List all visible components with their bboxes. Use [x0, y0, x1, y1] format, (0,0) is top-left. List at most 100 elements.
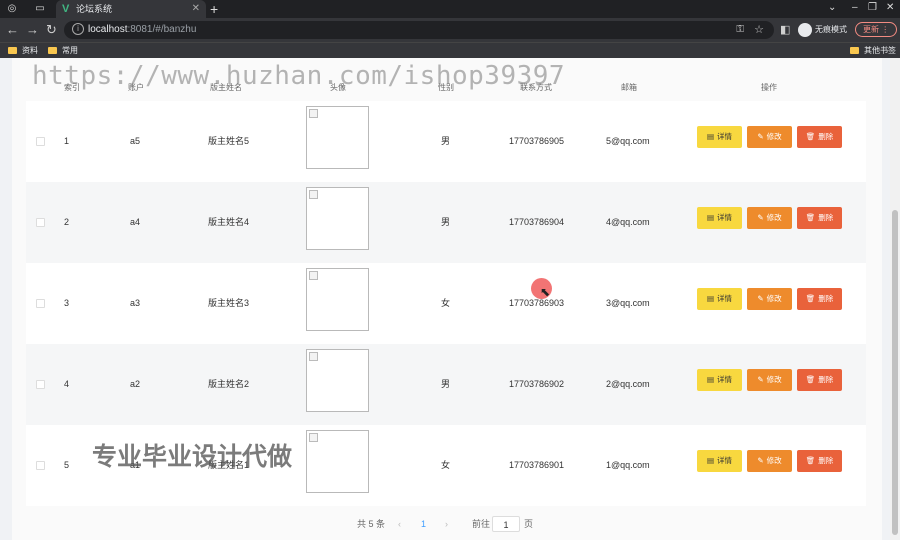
url-text[interactable]: localhost:8081/#/banzhu [88, 23, 196, 37]
row-checkbox[interactable] [36, 299, 45, 308]
new-tab-button[interactable]: + [210, 0, 218, 18]
cell-name: 版主姓名5 [208, 136, 250, 146]
edit-button[interactable]: ✎ 修改 [747, 207, 792, 229]
delete-button[interactable]: 🗑 删除 [797, 288, 842, 310]
page-scrollbar[interactable] [890, 58, 900, 540]
document-icon: ▤ [706, 456, 715, 465]
vue-logo-icon: V [62, 3, 70, 15]
trash-icon: 🗑 [805, 213, 816, 222]
document-icon: ▤ [706, 375, 715, 384]
window-icon[interactable]: ▭ [34, 3, 46, 15]
broken-image-icon [309, 271, 318, 280]
table-row: 2 a4 版主姓名4 男 17703786904 4@qq.com ▤ 详情 ✎ 修… [26, 182, 866, 263]
delete-button[interactable]: 🗑 删除 [797, 450, 842, 472]
url-watermark: https://www.huzhan.com/ishop39397 [32, 61, 566, 91]
avatar [306, 268, 369, 331]
bookmark-folder-other[interactable]: 其他书签 [850, 44, 896, 58]
close-tab-icon[interactable]: ✕ [192, 2, 200, 16]
cell-email: 4@qq.com [606, 217, 650, 227]
cell-index: 1 [64, 136, 70, 146]
avatar [306, 430, 369, 493]
browser-tab[interactable]: V 论坛系统 ✕ [56, 0, 206, 18]
detail-button[interactable]: ▤ 详情 [697, 288, 742, 310]
cell-gender: 女 [441, 298, 451, 308]
cell-gender: 女 [441, 460, 451, 470]
cell-name: 版主姓名2 [208, 379, 250, 389]
pencil-icon: ✎ [757, 375, 764, 384]
delete-button[interactable]: 🗑 删除 [797, 369, 842, 391]
cell-email: 1@qq.com [606, 460, 650, 470]
globe-icon[interactable]: ◎ [6, 3, 18, 15]
forward-icon[interactable]: → [26, 22, 39, 38]
browser-titlebar: ◎ ▭ V 论坛系统 ✕ + ⌄ – ❐ ✕ [0, 0, 900, 18]
avatar [306, 187, 369, 250]
update-button[interactable]: 更新 ⋮ [855, 22, 897, 37]
pencil-icon: ✎ [757, 213, 764, 222]
mouse-cursor-icon: ⬉ [540, 285, 551, 299]
bookmark-folder-common[interactable]: 常用 [48, 44, 78, 58]
cell-phone: 17703786903 [509, 298, 565, 308]
minimize-icon[interactable]: – [852, 0, 858, 16]
table-row: 4 a2 版主姓名2 男 17703786902 2@qq.com ▤ 详情 ✎ 修… [26, 344, 866, 425]
detail-button[interactable]: ▤ 详情 [697, 207, 742, 229]
cell-account: a2 [130, 379, 141, 389]
sidebar-icon[interactable]: ◧ [780, 22, 790, 38]
info-icon[interactable]: i [72, 23, 84, 35]
key-icon[interactable]: ⚿ [736, 23, 744, 37]
cell-phone: 17703786902 [509, 379, 565, 389]
page-number[interactable]: 1 [421, 516, 426, 532]
bookmarks-bar: 资料 常用 其他书签 [0, 42, 900, 58]
back-icon[interactable]: ← [6, 22, 19, 38]
edit-button[interactable]: ✎ 修改 [747, 450, 792, 472]
cell-account: a5 [130, 136, 141, 146]
cell-phone: 17703786904 [509, 217, 565, 227]
slogan-watermark: 专业毕业设计代做 [92, 442, 293, 471]
row-checkbox[interactable] [36, 380, 45, 389]
avatar [306, 106, 369, 169]
scrollbar-thumb[interactable] [892, 210, 898, 535]
broken-image-icon [309, 352, 318, 361]
incognito-indicator[interactable]: 无痕模式 [798, 22, 847, 38]
edit-button[interactable]: ✎ 修改 [747, 288, 792, 310]
header-email: 邮箱 [621, 83, 637, 92]
delete-button[interactable]: 🗑 删除 [797, 126, 842, 148]
goto-label: 前往 [472, 519, 491, 529]
address-bar[interactable]: i localhost:8081/#/banzhu ⚿ ☆ [64, 21, 774, 39]
detail-button[interactable]: ▤ 详情 [697, 369, 742, 391]
browser-toolbar: ← → ↻ i localhost:8081/#/banzhu ⚿ ☆ ◧ 无痕… [0, 18, 900, 42]
cell-gender: 男 [441, 379, 451, 389]
next-page-button[interactable]: › [445, 516, 448, 532]
delete-button[interactable]: 🗑 删除 [797, 207, 842, 229]
bookmark-folder-data[interactable]: 资料 [8, 44, 38, 58]
page-unit-label: 页 [524, 519, 534, 529]
cell-index: 2 [64, 217, 70, 227]
chevron-down-icon[interactable]: ⌄ [828, 0, 836, 16]
close-window-icon[interactable]: ✕ [886, 0, 894, 16]
edit-button[interactable]: ✎ 修改 [747, 369, 792, 391]
prev-page-button[interactable]: ‹ [398, 516, 401, 532]
tab-title: 论坛系统 [76, 4, 113, 14]
row-checkbox[interactable] [36, 218, 45, 227]
cell-index: 5 [64, 460, 70, 470]
cell-email: 3@qq.com [606, 298, 650, 308]
pagination-total: 共 5 条 [357, 519, 386, 529]
goto-page-input[interactable]: 1 [492, 516, 520, 532]
cell-name: 版主姓名4 [208, 217, 250, 227]
broken-image-icon [309, 109, 318, 118]
trash-icon: 🗑 [805, 294, 816, 303]
row-checkbox[interactable] [36, 461, 45, 470]
cell-phone: 17703786901 [509, 460, 565, 470]
header-actions: 操作 [761, 83, 777, 92]
detail-button[interactable]: ▤ 详情 [697, 126, 742, 148]
document-icon: ▤ [706, 132, 715, 141]
folder-icon [850, 47, 859, 54]
bookmark-star-icon[interactable]: ☆ [754, 23, 764, 37]
restore-icon[interactable]: ❐ [868, 0, 877, 16]
pencil-icon: ✎ [757, 294, 764, 303]
row-checkbox[interactable] [36, 137, 45, 146]
edit-button[interactable]: ✎ 修改 [747, 126, 792, 148]
detail-button[interactable]: ▤ 详情 [697, 450, 742, 472]
trash-icon: 🗑 [805, 375, 816, 384]
cell-name: 版主姓名3 [208, 298, 250, 308]
reload-icon[interactable]: ↻ [46, 22, 57, 38]
